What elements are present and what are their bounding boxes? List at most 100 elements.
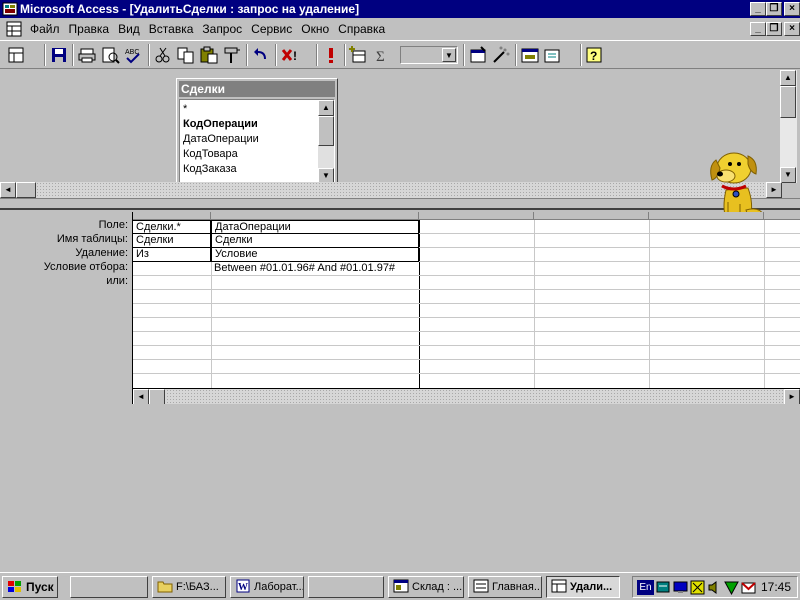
row-label-delete: Удаление: <box>75 247 128 259</box>
taskbar-button[interactable]: F:\БАЗ... <box>152 576 226 598</box>
scroll-down-icon[interactable]: ▼ <box>780 167 796 183</box>
scroll-thumb[interactable] <box>780 86 796 118</box>
scroll-up-icon[interactable]: ▲ <box>780 70 796 86</box>
toolbar-separator <box>275 44 277 66</box>
grid-horizontal-scrollbar[interactable]: ◄ ► <box>133 388 800 404</box>
print-preview-icon[interactable] <box>99 45 121 65</box>
taskbar-button-active[interactable]: Удали... <box>546 576 620 598</box>
taskbar-button[interactable] <box>70 576 148 598</box>
delete-cell[interactable]: Из <box>133 248 211 262</box>
scroll-thumb[interactable] <box>318 116 334 146</box>
view-icon[interactable] <box>6 45 38 65</box>
column-selector[interactable] <box>211 212 419 220</box>
field-item[interactable]: КодЗаказа <box>183 163 237 175</box>
office-assistant-dog-icon[interactable] <box>706 146 770 222</box>
svg-text:Σ: Σ <box>376 49 385 65</box>
grid-line <box>419 220 420 388</box>
criteria-cell[interactable]: Between #01.01.96# And #01.01.97# <box>211 262 419 276</box>
minimize-button[interactable]: _ <box>750 2 766 16</box>
field-cell[interactable]: ДатаОперации <box>211 220 419 234</box>
print-icon[interactable] <box>76 45 98 65</box>
taskbar-clock[interactable]: 17:45 <box>761 580 791 594</box>
query-table-pane[interactable]: Сделки * КодОперации ДатаОперации КодТов… <box>0 70 800 198</box>
copy-icon[interactable] <box>175 45 197 65</box>
scroll-left-icon[interactable]: ◄ <box>0 182 16 198</box>
field-item[interactable]: * <box>183 103 187 115</box>
totals-icon[interactable]: Σ <box>371 45 393 65</box>
menu-query[interactable]: Запрос <box>202 22 242 36</box>
doc-minimize-button[interactable]: _ <box>750 22 766 36</box>
taskbar-button[interactable]: Склад : ... <box>388 576 464 598</box>
table-cell[interactable]: Сделки <box>133 234 211 248</box>
format-painter-icon[interactable] <box>221 45 243 65</box>
field-list-scrollbar[interactable]: ▲ ▼ <box>318 100 334 182</box>
antivirus-icon[interactable] <box>724 580 739 596</box>
column-selector[interactable] <box>419 212 534 220</box>
run-icon[interactable] <box>320 45 342 65</box>
close-button[interactable]: × <box>784 2 800 16</box>
help-icon[interactable]: ? <box>584 45 616 65</box>
undo-icon[interactable] <box>250 45 272 65</box>
menu-window[interactable]: Окно <box>301 22 329 36</box>
menu-view[interactable]: Вид <box>118 22 140 36</box>
scroll-up-icon[interactable]: ▲ <box>318 100 334 116</box>
column-selector[interactable] <box>534 212 649 220</box>
volume-icon[interactable] <box>707 580 722 595</box>
menu-edit[interactable]: Правка <box>69 22 110 36</box>
start-button[interactable]: Пуск <box>2 576 58 598</box>
table-caption[interactable]: Сделки <box>179 81 335 97</box>
chevron-down-icon[interactable]: ▼ <box>442 48 456 62</box>
field-cell[interactable]: Сделки.* <box>133 220 211 234</box>
build-icon[interactable] <box>490 45 512 65</box>
field-item[interactable]: ДатаОперации <box>183 133 259 145</box>
paste-icon[interactable] <box>198 45 220 65</box>
top-values-combo[interactable]: ▼ <box>400 46 458 64</box>
delete-cell[interactable]: Условие <box>211 248 419 262</box>
pane-splitter[interactable] <box>0 198 800 210</box>
restore-button[interactable]: ❐ <box>766 2 782 16</box>
menu-help[interactable]: Справка <box>338 22 385 36</box>
query-design-grid[interactable]: Сделки.* Сделки Из ДатаОперации Сделки У… <box>132 212 800 404</box>
scroll-right-icon[interactable]: ► <box>784 389 800 404</box>
mail-icon[interactable] <box>741 580 756 595</box>
scroll-thumb[interactable] <box>16 182 36 198</box>
language-indicator[interactable]: En <box>637 580 654 595</box>
field-item[interactable]: КодТовара <box>183 148 238 160</box>
scroll-left-icon[interactable]: ◄ <box>133 389 149 404</box>
database-window-icon[interactable] <box>519 45 541 65</box>
cut-icon[interactable] <box>152 45 174 65</box>
taskbar-button[interactable] <box>308 576 384 598</box>
show-table-icon[interactable] <box>348 45 370 65</box>
column-selector[interactable] <box>133 212 211 220</box>
monitor-icon[interactable] <box>673 580 688 595</box>
access-app-icon[interactable] <box>2 1 18 17</box>
save-icon[interactable] <box>48 45 70 65</box>
criteria-cell[interactable] <box>133 262 211 276</box>
scroll-thumb[interactable] <box>149 389 165 404</box>
taskbar-button[interactable]: W Лаборат... <box>230 576 304 598</box>
menu-tools[interactable]: Сервис <box>251 22 292 36</box>
query-type-icon[interactable]: ! <box>279 45 313 65</box>
doc-close-button[interactable]: × <box>784 22 800 36</box>
table-cell[interactable]: Сделки <box>211 234 419 248</box>
upper-vertical-scrollbar[interactable]: ▲ ▼ <box>780 70 797 183</box>
task-scheduler-icon[interactable] <box>690 580 705 595</box>
query-icon <box>551 579 567 593</box>
menu-insert[interactable]: Вставка <box>149 22 194 36</box>
spelling-icon[interactable]: ABC <box>122 45 144 65</box>
query-document-icon[interactable] <box>6 21 22 37</box>
upper-horizontal-scrollbar[interactable]: ◄ ► <box>0 182 782 198</box>
doc-restore-button[interactable]: ❐ <box>766 22 782 36</box>
svg-text:?: ? <box>590 49 597 63</box>
field-list[interactable]: * КодОперации ДатаОперации КодТовара Код… <box>179 99 335 183</box>
network-icon[interactable] <box>656 580 671 595</box>
column-selector-row[interactable] <box>133 212 800 220</box>
column-selector[interactable] <box>649 212 764 220</box>
taskbar-button[interactable]: Главная... <box>468 576 542 598</box>
field-item[interactable]: КодОперации <box>183 118 258 130</box>
properties-icon[interactable] <box>467 45 489 65</box>
table-field-list-window[interactable]: Сделки * КодОперации ДатаОперации КодТов… <box>176 78 338 184</box>
menu-file[interactable]: Файл <box>30 22 60 36</box>
new-object-icon[interactable] <box>542 45 576 65</box>
scroll-down-icon[interactable]: ▼ <box>318 168 334 182</box>
